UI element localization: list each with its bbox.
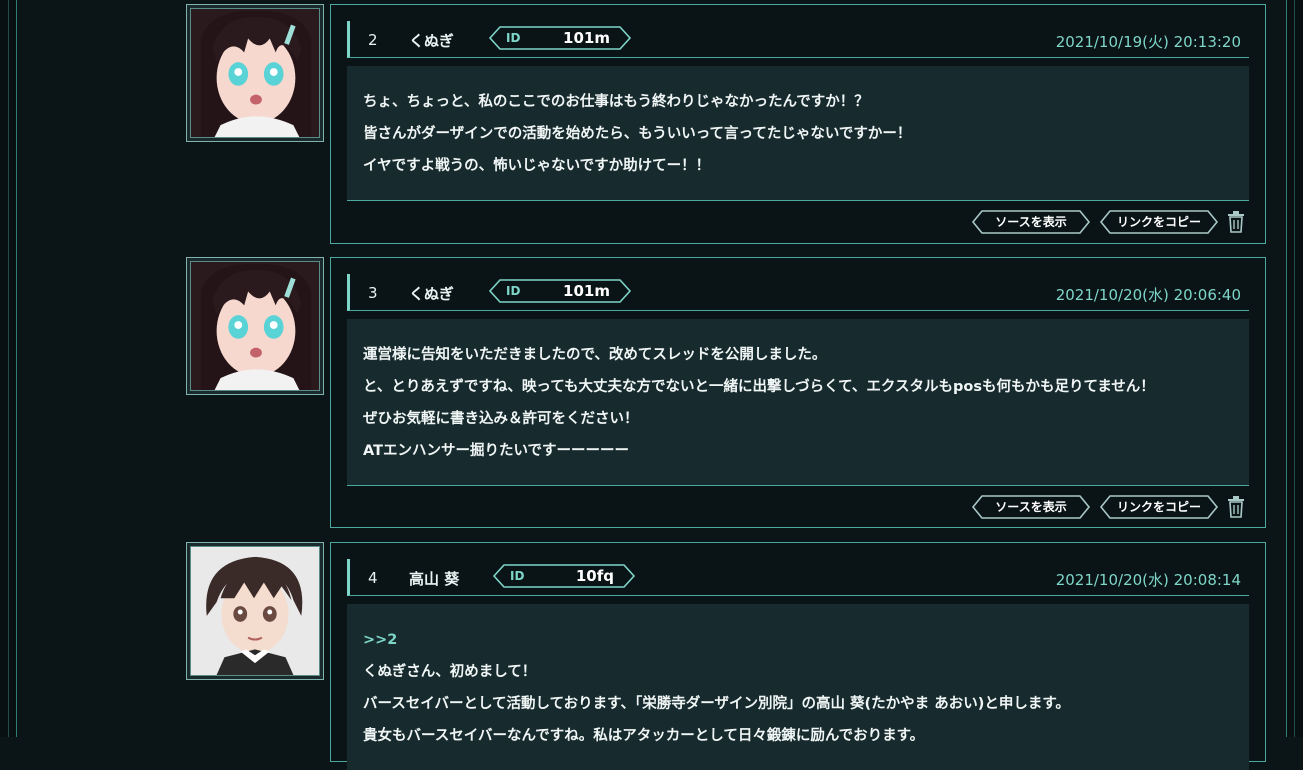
- poster-name: くぬぎ: [409, 285, 454, 303]
- post-line: 運営様に告知をいただきましたので、改めてスレッドを公開しました。: [363, 347, 827, 363]
- post-line: ぜひお気軽に書き込み＆許可をください！: [363, 411, 639, 427]
- post-date: 2021/10/20(水) 20:06:40: [1055, 286, 1241, 304]
- takayama-avatar-image: [191, 547, 319, 675]
- post-number[interactable]: 4: [368, 569, 378, 587]
- post-line: 貴女もバースセイバーなんですね。私はアタッカーとして日々鍛錬に励んでおります。: [363, 728, 925, 744]
- post-body: 運営様に告知をいただきましたので、改めてスレッドを公開しました。 と、とりあえず…: [347, 319, 1249, 486]
- post-line: くぬぎさん、初めまして！: [363, 664, 537, 680]
- id-tag: ID 101m: [488, 279, 632, 303]
- id-value: 101m: [563, 29, 610, 47]
- kunugi-avatar-image: [191, 9, 319, 137]
- post-number[interactable]: 2: [368, 31, 378, 49]
- trash-icon[interactable]: [1226, 496, 1246, 518]
- copy-link-button[interactable]: リンクをコピー: [1099, 495, 1219, 519]
- post-line: 皆さんがダーザインでの活動を始めたら、もういいって言ってたじゃないですかー！: [363, 126, 912, 142]
- trash-icon[interactable]: [1226, 211, 1246, 233]
- id-label: ID: [506, 284, 521, 298]
- id-tag: ID 10fq: [492, 564, 636, 588]
- post-line: と、とりあえずですね、映っても大丈夫な方でないと一緒に出撃しづらくて、エクスタル…: [363, 379, 1155, 395]
- id-value: 10fq: [575, 567, 614, 585]
- post-line: ちょ、ちょっと、私のここでのお仕事はもう終わりじゃなかったんですか！？: [363, 94, 869, 110]
- post-header: 2 くぬぎ ID 101m 2021/10/19(火) 20:13:20: [347, 21, 1249, 58]
- id-label: ID: [506, 31, 521, 45]
- avatar[interactable]: [186, 542, 324, 680]
- kunugi-avatar-image: [191, 262, 319, 390]
- reply-anchor-link[interactable]: >>2: [363, 624, 1233, 656]
- post-actions: ソースを表示 リンクをコピー: [331, 486, 1265, 526]
- id-label: ID: [510, 569, 525, 583]
- copy-link-button[interactable]: リンクをコピー: [1099, 210, 1219, 234]
- post-number[interactable]: 3: [368, 284, 378, 302]
- avatar[interactable]: [186, 257, 324, 395]
- avatar[interactable]: [186, 4, 324, 142]
- post-line: ATエンハンサー掘りたいですーーーーー: [363, 443, 630, 459]
- view-source-button[interactable]: ソースを表示: [971, 210, 1091, 234]
- right-frame: [1286, 0, 1303, 737]
- post-line: バースセイバーとして活動しております、「栄勝寺ダーザイン別院」の高山 葵(たかや…: [363, 696, 1070, 712]
- left-frame: [0, 0, 17, 737]
- post-line: イヤですよ戦うの、怖いじゃないですか助けてー！！: [363, 158, 711, 174]
- post-card: 3 くぬぎ ID 101m 2021/10/20(水) 20:06:40 運営様…: [330, 257, 1266, 528]
- id-tag: ID 101m: [488, 26, 632, 50]
- view-source-button[interactable]: ソースを表示: [971, 495, 1091, 519]
- post-body: ちょ、ちょっと、私のここでのお仕事はもう終わりじゃなかったんですか！？ 皆さんが…: [347, 66, 1249, 201]
- post-card: 4 高山 葵 ID 10fq 2021/10/20(水) 20:08:14 >>…: [330, 542, 1266, 770]
- post-date: 2021/10/20(水) 20:08:14: [1055, 571, 1241, 589]
- post-card: 2 くぬぎ ID 101m 2021/10/19(火) 20:13:20 ちょ、…: [330, 4, 1266, 244]
- poster-name: くぬぎ: [409, 32, 454, 50]
- post-header: 4 高山 葵 ID 10fq 2021/10/20(水) 20:08:14: [347, 559, 1249, 596]
- post-header: 3 くぬぎ ID 101m 2021/10/20(水) 20:06:40: [347, 274, 1249, 311]
- post-body: >>2 くぬぎさん、初めまして！ バースセイバーとして活動しております、「栄勝寺…: [347, 604, 1249, 770]
- id-value: 101m: [563, 282, 610, 300]
- post-actions: ソースを表示 リンクをコピー: [331, 201, 1265, 241]
- poster-name: 高山 葵: [409, 570, 460, 588]
- post-date: 2021/10/19(火) 20:13:20: [1055, 33, 1241, 51]
